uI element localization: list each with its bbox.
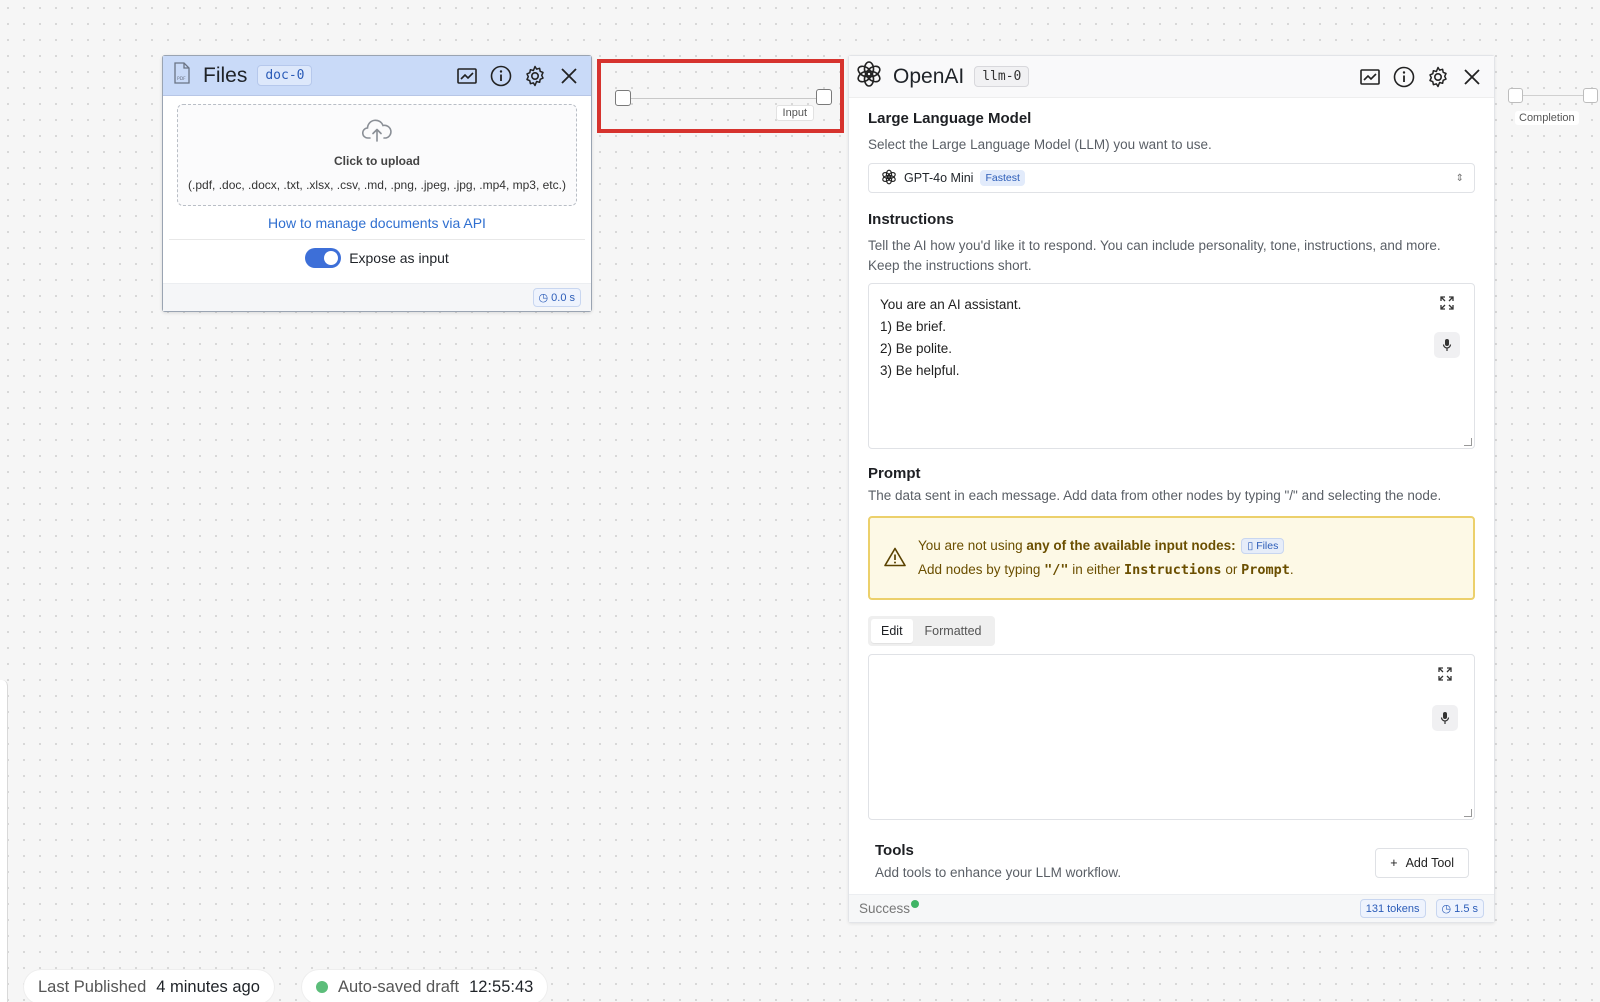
run-time-badge: ◷ 1.5 s	[1435, 899, 1484, 918]
instructions-line: 1) Be brief.	[880, 319, 947, 334]
instructions-textarea[interactable]: You are an AI assistant. 1) Be brief. 2)…	[868, 283, 1475, 449]
status-dot-icon	[911, 899, 920, 908]
tab-formatted[interactable]: Formatted	[915, 619, 992, 643]
token-count-badge: 131 tokens	[1359, 899, 1426, 918]
pdf-file-icon: PDF	[173, 62, 191, 89]
autosave-label: Auto-saved draft	[338, 977, 460, 996]
resize-handle[interactable]	[1464, 809, 1472, 817]
openai-model-icon	[881, 169, 897, 188]
instructions-line: 2) Be polite.	[880, 341, 953, 356]
connector-input-label: Input	[775, 105, 814, 121]
run-status-text: Success	[859, 901, 911, 916]
run-time-badge: ◷ 0.0 s	[532, 288, 581, 307]
warning-line2-text: or	[1221, 562, 1242, 578]
openai-node-footer: Success 131 tokens ◷ 1.5 s	[849, 894, 1494, 922]
manage-documents-api-link[interactable]: How to manage documents via API	[169, 215, 585, 240]
warning-instructions-code: Instructions	[1124, 562, 1222, 579]
instructions-section-description: Tell the AI how you'd like it to respond…	[868, 238, 1441, 273]
warning-line2-text: in either	[1068, 562, 1125, 578]
prompt-textarea[interactable]	[868, 654, 1475, 820]
instructions-line: 3) Be helpful.	[880, 363, 960, 378]
completion-edge	[1518, 95, 1588, 96]
info-icon[interactable]	[489, 64, 513, 88]
prompt-section-description: The data sent in each message. Add data …	[868, 488, 1442, 503]
connector-source-handle[interactable]	[615, 90, 631, 106]
warning-prompt-code: Prompt	[1241, 562, 1290, 579]
microphone-icon[interactable]	[1432, 705, 1458, 731]
tab-edit[interactable]: Edit	[871, 619, 913, 643]
last-published-status: Last Published 4 minutes ago	[24, 970, 274, 1002]
connector-edge	[621, 98, 820, 99]
openai-logo-icon	[855, 60, 883, 93]
svg-text:PDF: PDF	[177, 76, 186, 82]
warning-line2-text: .	[1289, 562, 1294, 578]
completion-target-handle[interactable]	[1583, 88, 1598, 103]
connector-target-handle[interactable]	[816, 89, 832, 105]
completion-source-handle[interactable]	[1508, 88, 1523, 103]
files-node-id-tag: doc-0	[257, 65, 313, 86]
run-time-value: 0.0 s	[551, 291, 575, 304]
warning-icon	[884, 547, 906, 570]
clock-icon: ◷	[538, 292, 549, 304]
resize-handle[interactable]	[1464, 438, 1472, 446]
preview-icon[interactable]	[455, 64, 479, 88]
model-section-title: Large Language Model	[868, 110, 1032, 127]
microphone-icon[interactable]	[1434, 332, 1460, 358]
completion-label: Completion	[1515, 111, 1579, 125]
openai-node[interactable]: OpenAI llm-0 Large Language Model Select…	[848, 55, 1495, 923]
chevron-up-down-icon: ⇕	[1455, 172, 1464, 184]
run-time-value: 1.5 s	[1454, 902, 1478, 915]
tools-section-description: Add tools to enhance your LLM workflow.	[875, 865, 1122, 880]
files-input-chip-label: Files	[1256, 540, 1279, 553]
expose-as-input-toggle[interactable]	[305, 248, 342, 268]
autosave-time: 12:55:43	[469, 977, 534, 996]
preview-icon[interactable]	[1358, 65, 1382, 89]
expose-as-input-label: Expose as input	[349, 250, 449, 266]
instructions-line: You are an AI assistant.	[880, 297, 1022, 312]
files-node-title: Files	[203, 63, 248, 87]
autosave-status: Auto-saved draft 12:55:43	[302, 970, 548, 1002]
gear-icon[interactable]	[523, 64, 547, 88]
clock-icon: ◷	[1441, 903, 1452, 915]
upload-formats: (.pdf, .doc, .docx, .txt, .xlsx, .csv, .…	[188, 177, 566, 192]
model-speed-badge: Fastest	[980, 170, 1025, 186]
cloud-upload-icon	[361, 119, 392, 148]
upload-label: Click to upload	[333, 153, 420, 168]
expand-icon[interactable]	[1434, 290, 1460, 316]
add-tool-button[interactable]: + Add Tool	[1375, 847, 1469, 878]
openai-node-id-tag: llm-0	[974, 66, 1030, 87]
info-icon[interactable]	[1392, 65, 1416, 89]
warning-line2-text: Add nodes by typing	[918, 562, 1045, 578]
tools-section-title: Tools	[875, 842, 914, 859]
left-panel-edge	[0, 680, 8, 1002]
model-select[interactable]: GPT-4o Mini Fastest ⇕	[868, 163, 1475, 193]
prompt-section-title: Prompt	[868, 465, 921, 482]
last-published-value: 4 minutes ago	[156, 977, 260, 996]
warning-text-prefix: You are not using	[918, 537, 1027, 553]
close-icon[interactable]	[1460, 65, 1484, 89]
warning-slash-code: "/"	[1044, 562, 1069, 579]
files-node-header[interactable]: PDF Files doc-0	[163, 56, 591, 96]
upload-dropzone[interactable]: Click to upload (.pdf, .doc, .docx, .txt…	[177, 104, 577, 206]
prompt-warning-banner: You are not using any of the available i…	[868, 516, 1475, 600]
connector-highlight: Input	[597, 59, 844, 133]
files-input-chip[interactable]: ▯ Files	[1241, 538, 1285, 555]
plus-icon: +	[1390, 855, 1398, 870]
openai-node-header[interactable]: OpenAI llm-0	[849, 56, 1494, 98]
files-node[interactable]: PDF Files doc-0 Click to upload (.pdf, .…	[162, 55, 592, 312]
gear-icon[interactable]	[1426, 65, 1450, 89]
warning-text-bold: any of the available input nodes:	[1026, 537, 1236, 553]
close-icon[interactable]	[557, 64, 581, 88]
instructions-section-title: Instructions	[868, 211, 954, 228]
prompt-tabs: Edit Formatted	[868, 616, 995, 646]
expand-icon[interactable]	[1432, 661, 1458, 687]
autosave-status-dot	[316, 981, 328, 993]
selected-model-name: GPT-4o Mini	[904, 171, 974, 185]
add-tool-label: Add Tool	[1405, 855, 1454, 870]
model-section-description: Select the Large Language Model (LLM) yo…	[868, 137, 1212, 152]
document-icon: ▯	[1247, 540, 1254, 553]
last-published-label: Last Published	[38, 977, 147, 996]
openai-node-title: OpenAI	[893, 64, 965, 88]
